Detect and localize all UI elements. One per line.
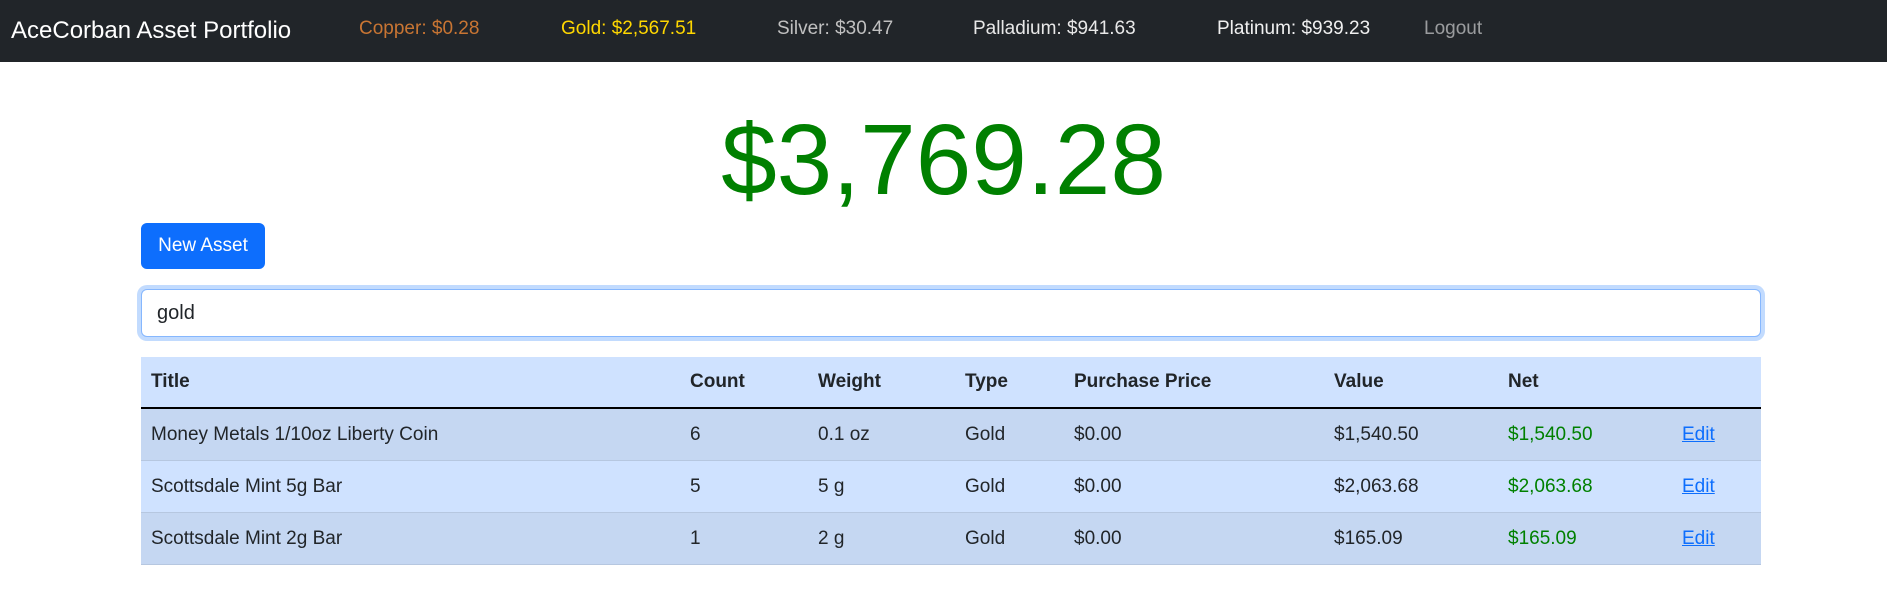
- cell-type: Gold: [955, 408, 1064, 461]
- column-header-weight: Weight: [808, 357, 955, 409]
- edit-link[interactable]: Edit: [1682, 528, 1715, 549]
- cell-purchase-price: $0.00: [1064, 512, 1324, 565]
- platinum-price: Platinum: $939.23: [1217, 18, 1371, 39]
- cell-count: 5: [680, 460, 808, 513]
- top-navbar: AceCorban Asset Portfolio Copper: $0.28 …: [0, 0, 1887, 62]
- search-input[interactable]: [141, 289, 1761, 337]
- cell-title: Scottsdale Mint 2g Bar: [141, 512, 680, 565]
- cell-weight: 2 g: [808, 512, 955, 565]
- cell-title: Money Metals 1/10oz Liberty Coin: [141, 408, 680, 461]
- cell-net: $165.09: [1498, 512, 1672, 565]
- logout-link[interactable]: Logout: [1424, 0, 1482, 62]
- cell-purchase-price: $0.00: [1064, 408, 1324, 461]
- table-row: Scottsdale Mint 5g Bar 5 5 g Gold $0.00 …: [141, 460, 1761, 513]
- cell-value: $1,540.50: [1324, 408, 1498, 461]
- cell-title: Scottsdale Mint 5g Bar: [141, 460, 680, 513]
- cell-weight: 5 g: [808, 460, 955, 513]
- column-header-purchase-price: Purchase Price: [1064, 357, 1324, 409]
- cell-count: 6: [680, 408, 808, 461]
- portfolio-total-value: $3,769.28: [721, 104, 1166, 216]
- new-asset-button[interactable]: New Asset: [141, 223, 265, 269]
- asset-table: Title Count Weight Type Purchase Price V…: [141, 357, 1761, 565]
- copper-price: Copper: $0.28: [359, 18, 480, 39]
- column-header-actions: [1672, 357, 1761, 409]
- column-header-count: Count: [680, 357, 808, 409]
- edit-link[interactable]: Edit: [1682, 476, 1715, 497]
- cell-actions: Edit: [1672, 408, 1761, 461]
- cell-net: $1,540.50: [1498, 408, 1672, 461]
- cell-actions: Edit: [1672, 460, 1761, 513]
- cell-weight: 0.1 oz: [808, 408, 955, 461]
- cell-actions: Edit: [1672, 512, 1761, 565]
- silver-price: Silver: $30.47: [777, 18, 894, 39]
- brand-title[interactable]: AceCorban Asset Portfolio: [11, 17, 291, 45]
- table-row: Money Metals 1/10oz Liberty Coin 6 0.1 o…: [141, 408, 1761, 461]
- column-header-net: Net: [1498, 357, 1672, 409]
- cell-count: 1: [680, 512, 808, 565]
- cell-type: Gold: [955, 512, 1064, 565]
- palladium-price: Palladium: $941.63: [973, 18, 1136, 39]
- gold-price: Gold: $2,567.51: [561, 18, 697, 39]
- cell-value: $2,063.68: [1324, 460, 1498, 513]
- table-row: Scottsdale Mint 2g Bar 1 2 g Gold $0.00 …: [141, 512, 1761, 565]
- cell-value: $165.09: [1324, 512, 1498, 565]
- edit-link[interactable]: Edit: [1682, 424, 1715, 445]
- column-header-type: Type: [955, 357, 1064, 409]
- column-header-title: Title: [141, 357, 680, 409]
- cell-net: $2,063.68: [1498, 460, 1672, 513]
- column-header-value: Value: [1324, 357, 1498, 409]
- cell-purchase-price: $0.00: [1064, 460, 1324, 513]
- cell-type: Gold: [955, 460, 1064, 513]
- table-header-row: Title Count Weight Type Purchase Price V…: [141, 357, 1761, 409]
